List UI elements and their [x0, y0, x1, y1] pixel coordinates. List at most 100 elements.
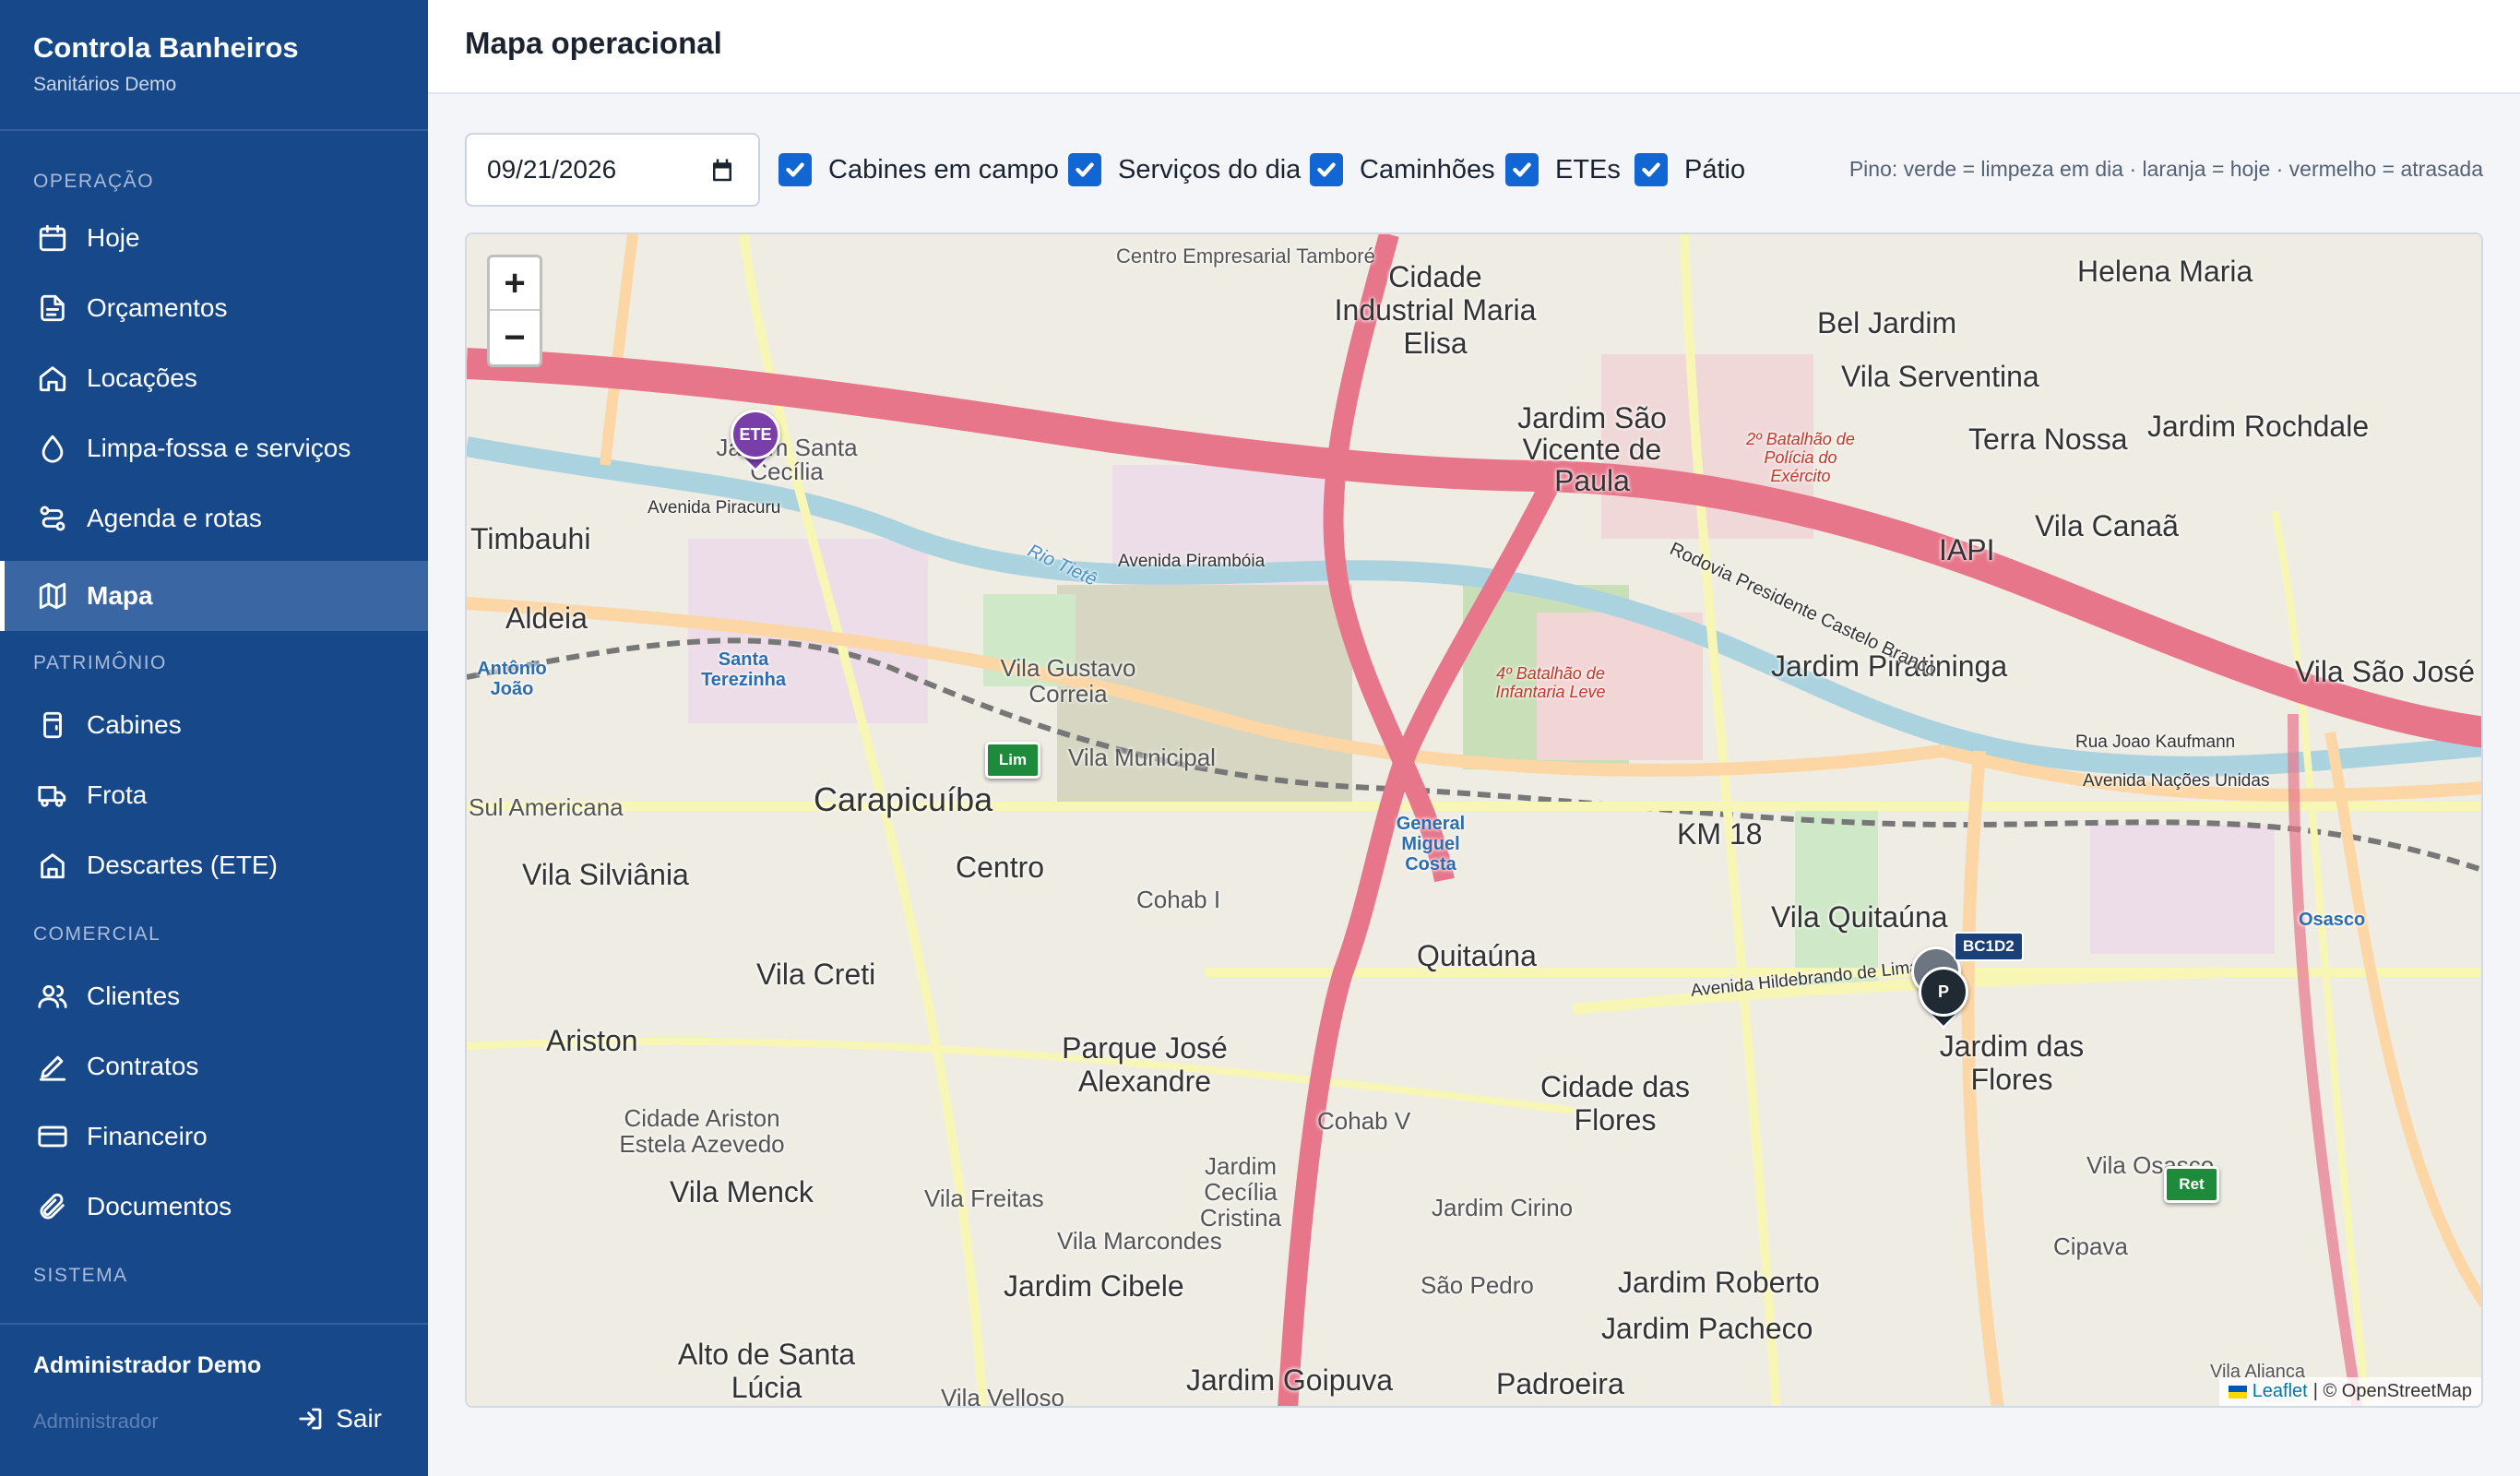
service-marker-lim[interactable]: Lim — [985, 742, 1040, 779]
map-label: Cidade Industrial Maria Elisa — [1334, 260, 1537, 360]
service-marker-ret[interactable]: Ret — [2164, 1166, 2219, 1203]
map-label: Cidade Ariston Estela Azevedo — [619, 1104, 785, 1158]
checkbox-checked-icon[interactable] — [1505, 153, 1539, 186]
checkbox-caminhoes[interactable]: Caminhões — [1310, 149, 1495, 190]
sidebar-item-agenda-rotas[interactable]: Agenda e rotas — [0, 483, 428, 554]
sidebar-item-hoje[interactable]: Hoje — [0, 203, 428, 273]
droplet-icon — [42, 434, 64, 463]
map-label: Vila Canaã — [2035, 509, 2179, 542]
map-label: Rua Joao Kaufmann — [2075, 732, 2236, 752]
sidebar-item-label: Financeiro — [87, 1122, 208, 1150]
users-icon — [38, 984, 67, 1008]
yard-marker-label: P — [1919, 967, 1968, 1017]
sidebar-item-mapa[interactable]: Mapa — [0, 561, 428, 631]
map-label: Padroeira — [1496, 1367, 1624, 1400]
truck-marker[interactable]: BC1D2 — [1954, 932, 2024, 961]
brand: Controla Banheiros Sanitários Demo — [0, 0, 428, 131]
calendar-picker-icon[interactable] — [708, 157, 736, 184]
document-icon — [41, 294, 65, 322]
logout-label: Sair — [336, 1404, 382, 1433]
map-label: Avenida Piracuru — [648, 498, 781, 518]
map-filters: 09/21/2026 Cabines em campo Serviços do … — [465, 133, 2483, 207]
app-title: Controla Banheiros — [33, 31, 299, 64]
checkbox-patio[interactable]: Pátio — [1634, 149, 1745, 190]
map-label: Vila São José — [2295, 655, 2476, 688]
ukraine-flag-icon — [2228, 1385, 2247, 1399]
checkbox-label: ETEs — [1555, 154, 1621, 184]
map-label: Vila Serventina — [1841, 360, 2039, 393]
home-icon — [39, 366, 66, 392]
sidebar-item-label: Cabines — [87, 710, 182, 739]
map-label: Ariston — [546, 1024, 638, 1057]
map-label: Centro — [956, 851, 1045, 884]
checkbox-checked-icon[interactable] — [779, 153, 812, 186]
sidebar-item-cabines[interactable]: Cabines — [0, 690, 428, 760]
sidebar-item-locacoes[interactable]: Locações — [0, 343, 428, 413]
map-label: Jardim das Flores — [1939, 1030, 2085, 1096]
map-label: Vila Municipal — [1068, 744, 1216, 771]
checkbox-label: Pátio — [1684, 154, 1746, 184]
sidebar-item-label: Clientes — [87, 982, 181, 1010]
sidebar-item-contratos[interactable]: Contratos — [0, 1031, 428, 1101]
map-icon — [39, 582, 66, 610]
checkbox-cabines[interactable]: Cabines em campo — [779, 149, 1059, 190]
map-label: Bel Jardim — [1817, 306, 1957, 339]
map-label: Alto de Santa Lúcia — [677, 1338, 856, 1404]
map-label: Jardim Cirino — [1432, 1194, 1574, 1221]
zoom-out-button[interactable]: − — [490, 311, 540, 364]
sidebar-item-orcamentos[interactable]: Orçamentos — [0, 273, 428, 343]
logout-button[interactable]: Sair — [297, 1404, 382, 1434]
yard-marker[interactable]: P — [1919, 967, 1968, 1031]
map-label: Cipava — [2053, 1232, 2128, 1260]
sidebar-item-limpa-fossa[interactable]: Limpa-fossa e serviços — [0, 413, 428, 483]
checkbox-label: Serviços do dia — [1118, 154, 1302, 184]
checkbox-checked-icon[interactable] — [1310, 153, 1343, 186]
cabin-icon — [43, 711, 62, 739]
map-label: Avenida Pirambóia — [1118, 552, 1266, 571]
map-label: Carapicuíba — [814, 780, 993, 818]
sidebar-item-label: Agenda e rotas — [87, 504, 262, 532]
map-label: Sul Americana — [469, 793, 624, 821]
map-label: Jardim Cecília Cristina — [1199, 1152, 1282, 1232]
map-label: Helena Maria — [2077, 255, 2253, 288]
map-label: Jardim Pacheco — [1601, 1312, 1813, 1345]
sidebar-item-frota[interactable]: Frota — [0, 760, 428, 830]
map-container[interactable]: Centro Empresarial Tamboré Cidade Indust… — [465, 232, 2483, 1408]
sidebar-item-clientes[interactable]: Clientes — [0, 961, 428, 1031]
map-label: Jardim Roberto — [1618, 1266, 1820, 1299]
map-label: Vila Silviânia — [522, 858, 689, 891]
sidebar-item-descartes[interactable]: Descartes (ETE) — [0, 830, 428, 900]
zoom-in-button[interactable]: + — [490, 257, 540, 311]
card-icon — [38, 1125, 67, 1148]
sidebar-item-label: Descartes (ETE) — [87, 851, 278, 879]
building-icon — [41, 853, 65, 879]
checkbox-label: Caminhões — [1360, 154, 1495, 184]
checkbox-servicos[interactable]: Serviços do dia — [1068, 149, 1301, 190]
checkbox-checked-icon[interactable] — [1634, 153, 1668, 186]
sidebar-item-label: Orçamentos — [87, 293, 228, 322]
pen-icon — [39, 1055, 66, 1081]
map-label: Jardim São Vicente de Paula — [1517, 401, 1667, 497]
route-icon — [40, 506, 65, 531]
attribution-text: | © OpenStreetMap — [2312, 1381, 2472, 1401]
map-label: Vila Freitas — [924, 1184, 1044, 1212]
date-input[interactable]: 09/21/2026 — [465, 133, 760, 207]
checkbox-checked-icon[interactable] — [1068, 153, 1101, 186]
map-label: Quitaúna — [1417, 939, 1537, 972]
map-label: São Pedro — [1420, 1271, 1534, 1299]
ete-marker[interactable]: ETE — [731, 410, 780, 474]
map-label: Timbauhi — [470, 522, 591, 555]
map-label: Jardim Rochdale — [2147, 410, 2370, 443]
map-label: Vila Gustavo Correia — [1000, 654, 1136, 708]
sidebar-item-documentos[interactable]: Documentos — [0, 1172, 428, 1242]
calendar-icon — [39, 224, 66, 252]
checkbox-etes[interactable]: ETEs — [1505, 149, 1621, 190]
sidebar-item-label: Mapa — [87, 581, 153, 610]
map-label: 4º Batalhão de Infantaria Leve — [1495, 664, 1606, 701]
leaflet-link[interactable]: Leaflet — [2253, 1381, 2308, 1402]
map-label: Jardim Cibele — [1004, 1269, 1184, 1303]
date-value: 09/21/2026 — [487, 155, 617, 184]
map-attribution: Leaflet | © OpenStreetMap — [2218, 1377, 2481, 1406]
sidebar-item-financeiro[interactable]: Financeiro — [0, 1101, 428, 1172]
sidebar-item-label: Documentos — [87, 1192, 232, 1220]
